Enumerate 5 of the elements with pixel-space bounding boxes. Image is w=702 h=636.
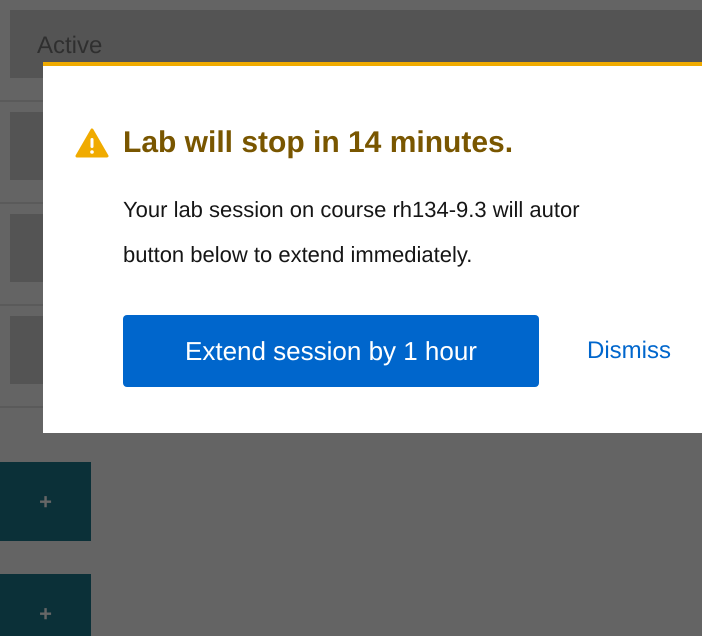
warning-icon (75, 128, 109, 158)
dismiss-link[interactable]: Dismiss (587, 333, 671, 369)
dialog-title: Lab will stop in 14 minutes. (123, 125, 514, 161)
extend-button[interactable]: Extend session by 1 hour (123, 315, 539, 387)
dialog-message: Your lab session on course rh134-9.3 will autor button below to extend immediately. (123, 196, 581, 269)
